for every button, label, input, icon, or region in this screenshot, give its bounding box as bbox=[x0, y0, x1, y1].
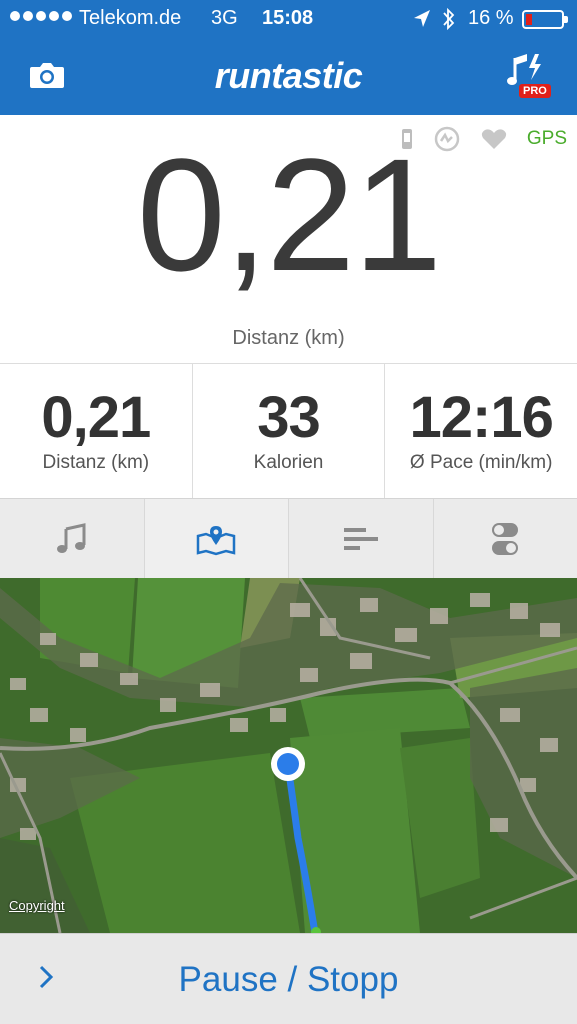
stat-label: Distanz (km) bbox=[42, 452, 150, 473]
pause-stop-button[interactable]: Pause / Stopp bbox=[0, 960, 577, 1000]
distance-value: 0,21 bbox=[136, 125, 442, 304]
pause-stop-bar[interactable]: Pause / Stopp bbox=[0, 933, 577, 1024]
tab-settings[interactable] bbox=[433, 499, 577, 578]
app-header: Telekom.de 3G 15:08 16 % runtastic PRO bbox=[0, 0, 577, 115]
stat-pace[interactable]: 12:16 Ø Pace (min/km) bbox=[385, 364, 577, 498]
distance-label: Distanz (km) bbox=[232, 327, 345, 349]
stats-row: 0,21 Distanz (km) 33 Kalorien 12:16 Ø Pa… bbox=[0, 363, 577, 498]
stat-value: 33 bbox=[257, 385, 321, 450]
satellite-map-image bbox=[0, 578, 577, 933]
tab-map[interactable] bbox=[144, 499, 289, 578]
music-note-icon bbox=[56, 522, 86, 553]
tab-music[interactable] bbox=[0, 499, 145, 578]
tab-stats[interactable] bbox=[289, 499, 434, 578]
pro-badge: PRO bbox=[519, 84, 551, 98]
tab-bar bbox=[0, 498, 577, 578]
stat-value: 0,21 bbox=[41, 385, 151, 450]
stat-label: Kalorien bbox=[253, 452, 324, 473]
music-pro-icon[interactable]: PRO bbox=[505, 52, 557, 102]
carrier-name: Telekom.de bbox=[79, 7, 182, 29]
bars-icon bbox=[343, 527, 378, 550]
stat-label: Ø Pace (min/km) bbox=[409, 452, 553, 473]
location-arrow-icon bbox=[414, 10, 430, 27]
battery-icon bbox=[522, 10, 568, 29]
route-map[interactable]: Copyright bbox=[0, 578, 577, 933]
stat-value: 12:16 bbox=[409, 385, 554, 450]
battery-percent: 16 % bbox=[468, 7, 514, 29]
status-bar: Telekom.de 3G 15:08 16 % bbox=[0, 0, 577, 40]
status-time: 15:08 bbox=[262, 7, 314, 29]
map-icon bbox=[197, 525, 236, 555]
map-copyright[interactable]: Copyright bbox=[9, 898, 65, 913]
toggles-icon bbox=[492, 522, 519, 555]
stat-calories[interactable]: 33 Kalorien bbox=[193, 364, 386, 498]
runtastic-logo: runtastic bbox=[214, 55, 363, 96]
main-metric-panel: GPS 0,21 Distanz (km) bbox=[0, 115, 577, 363]
stat-distance[interactable]: 0,21 Distanz (km) bbox=[0, 364, 193, 498]
bluetooth-icon bbox=[443, 7, 455, 31]
signal-dots-icon bbox=[10, 11, 72, 21]
network-type: 3G bbox=[211, 7, 238, 29]
